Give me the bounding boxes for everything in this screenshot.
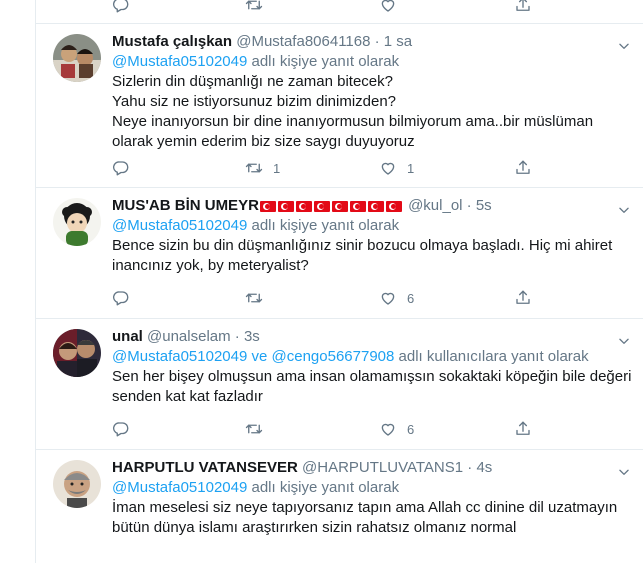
reply-context: @Mustafa05102049 ve @cengo56677908 adlı … — [112, 347, 633, 367]
separator-dot: · — [374, 33, 380, 50]
reply-context: @Mustafa05102049 adlı kişiye yanıt olara… — [112, 216, 633, 236]
tweet-timestamp[interactable]: 3s — [244, 328, 260, 345]
mention-link[interactable]: @Mustafa05102049 — [112, 217, 247, 234]
tweet-content: Mustafa çalışkan @Mustafa80641168 · 1 sa… — [112, 32, 633, 152]
reply-context: @Mustafa05102049 adlı kişiye yanıt olara… — [112, 52, 633, 72]
retweet-icon — [245, 420, 263, 438]
like-count: 1 — [407, 160, 415, 176]
avatar[interactable] — [53, 198, 101, 246]
tweet-content: MUS'AB BİN UMEYR @kul_ol · 5s @Mustafa05… — [112, 196, 633, 276]
share-button[interactable] — [514, 157, 532, 179]
reply-context: @Mustafa05102049 adlı kişiye yanıt olara… — [112, 478, 633, 498]
share-icon — [514, 289, 532, 307]
display-name[interactable]: unal — [112, 328, 143, 345]
heart-icon — [379, 159, 397, 177]
mention-link[interactable]: @cengo56677908 — [272, 348, 395, 365]
tweet-timestamp[interactable]: 5s — [476, 197, 492, 214]
share-button[interactable] — [514, 287, 532, 309]
display-name[interactable]: HARPUTLU VATANSEVER — [112, 459, 298, 476]
share-icon — [514, 159, 532, 177]
tweet-header: unal @unalselam · 3s — [112, 327, 633, 347]
reply-context-text: adlı kişiye yanıt olarak — [247, 479, 400, 496]
heart-icon — [379, 420, 397, 438]
tweet-header: MUS'AB BİN UMEYR @kul_ol · 5s — [112, 196, 633, 216]
share-button[interactable] — [514, 0, 532, 16]
reply-icon — [112, 0, 130, 14]
mention-link[interactable]: @Mustafa05102049 — [112, 348, 247, 365]
tweet-timestamp[interactable]: 1 sa — [384, 33, 412, 50]
retweet-count: 1 — [273, 160, 281, 176]
tweet-actions: 6 — [112, 287, 552, 309]
share-icon — [514, 420, 532, 438]
retweet-button[interactable]: 1 — [245, 157, 280, 179]
reply-icon — [112, 420, 130, 438]
share-icon — [514, 0, 532, 14]
tweet-timestamp[interactable]: 4s — [476, 459, 492, 476]
display-name[interactable]: MUS'AB BİN UMEYR — [112, 197, 259, 214]
reply-button[interactable] — [112, 0, 130, 16]
separator-dot: · — [234, 328, 240, 345]
reply-button[interactable] — [112, 418, 140, 440]
retweet-button[interactable] — [245, 287, 273, 309]
user-handle[interactable]: @Mustafa80641168 — [236, 33, 370, 50]
tweet-content: unal @unalselam · 3s @Mustafa05102049 ve… — [112, 327, 633, 407]
heart-icon — [379, 289, 397, 307]
user-handle[interactable]: @unalselam — [147, 328, 231, 345]
tweet-text: Sizlerin din düşmanlığı ne zaman bitecek… — [112, 73, 594, 150]
separator-dot: · — [466, 197, 472, 214]
tweet-header: Mustafa çalışkan @Mustafa80641168 · 1 sa — [112, 32, 633, 52]
tweet-timeline: Mustafa çalışkan @Mustafa80641168 · 1 sa… — [36, 0, 643, 563]
previous-tweet-actions — [36, 0, 643, 24]
reply-button[interactable] — [112, 287, 140, 309]
avatar[interactable] — [53, 460, 101, 508]
like-button[interactable]: 6 — [379, 418, 414, 440]
retweet-button[interactable] — [245, 0, 263, 16]
reply-context-text: adlı kişiye yanıt olarak — [247, 53, 400, 70]
retweet-button[interactable] — [245, 418, 273, 440]
tweet-text: Bence sizin bu din düşmanlığınız sinir b… — [112, 237, 613, 274]
separator-dot: · — [467, 459, 473, 476]
like-count: 6 — [407, 290, 415, 306]
reply-button[interactable] — [112, 157, 140, 179]
tweet[interactable]: Mustafa çalışkan @Mustafa80641168 · 1 sa… — [36, 24, 643, 188]
mention-link[interactable]: @Mustafa05102049 — [112, 53, 247, 70]
tweet-actions: 1 1 — [112, 157, 552, 179]
tweet-actions: 6 — [112, 418, 552, 440]
reply-icon — [112, 289, 130, 307]
retweet-icon — [245, 159, 263, 177]
like-button[interactable] — [379, 0, 397, 16]
avatar[interactable] — [53, 329, 101, 377]
reply-icon — [112, 159, 130, 177]
avatar[interactable] — [53, 34, 101, 82]
retweet-icon — [245, 0, 263, 14]
share-button[interactable] — [514, 418, 532, 440]
tweet[interactable]: MUS'AB BİN UMEYR @kul_ol · 5s @Mustafa05… — [36, 188, 643, 319]
reply-context-text: adlı kişiye yanıt olarak — [247, 217, 400, 234]
like-count: 6 — [407, 421, 415, 437]
reply-context-text: adlı kullanıcılara yanıt olarak — [394, 348, 589, 365]
tweet-header: HARPUTLU VATANSEVER @HARPUTLUVATANS1 · 4… — [112, 458, 633, 478]
display-name[interactable]: Mustafa çalışkan — [112, 33, 232, 50]
heart-icon — [379, 0, 397, 14]
tweet[interactable]: unal @unalselam · 3s @Mustafa05102049 ve… — [36, 319, 643, 450]
turkish-flag-icon — [259, 198, 404, 218]
like-button[interactable]: 1 — [379, 157, 414, 179]
reply-connector: ve — [247, 348, 272, 365]
user-handle[interactable]: @kul_ol — [408, 197, 462, 214]
mention-link[interactable]: @Mustafa05102049 — [112, 479, 247, 496]
tweet-content: HARPUTLU VATANSEVER @HARPUTLUVATANS1 · 4… — [112, 458, 633, 538]
user-handle[interactable]: @HARPUTLUVATANS1 — [302, 459, 463, 476]
tweet-text: Sen her bişey olmuşsun ama insan olamamı… — [112, 368, 632, 405]
tweet[interactable]: HARPUTLU VATANSEVER @HARPUTLUVATANS1 · 4… — [36, 450, 643, 563]
retweet-icon — [245, 289, 263, 307]
like-button[interactable]: 6 — [379, 287, 414, 309]
tweet-text: İman meselesi siz neye tapıyorsanız tapı… — [112, 499, 618, 536]
